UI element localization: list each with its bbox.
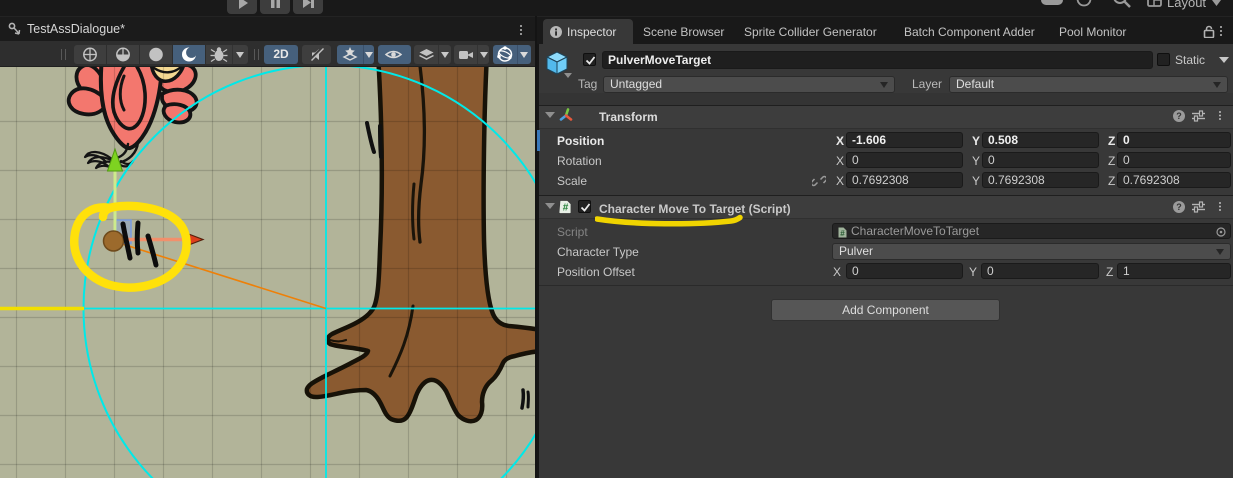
svg-text:#: # <box>563 203 569 214</box>
svg-text:?: ? <box>1176 202 1182 212</box>
svg-text:Layout: Layout <box>1167 0 1206 10</box>
svg-text:?: ? <box>1176 111 1182 121</box>
svg-text:#: # <box>840 229 845 238</box>
